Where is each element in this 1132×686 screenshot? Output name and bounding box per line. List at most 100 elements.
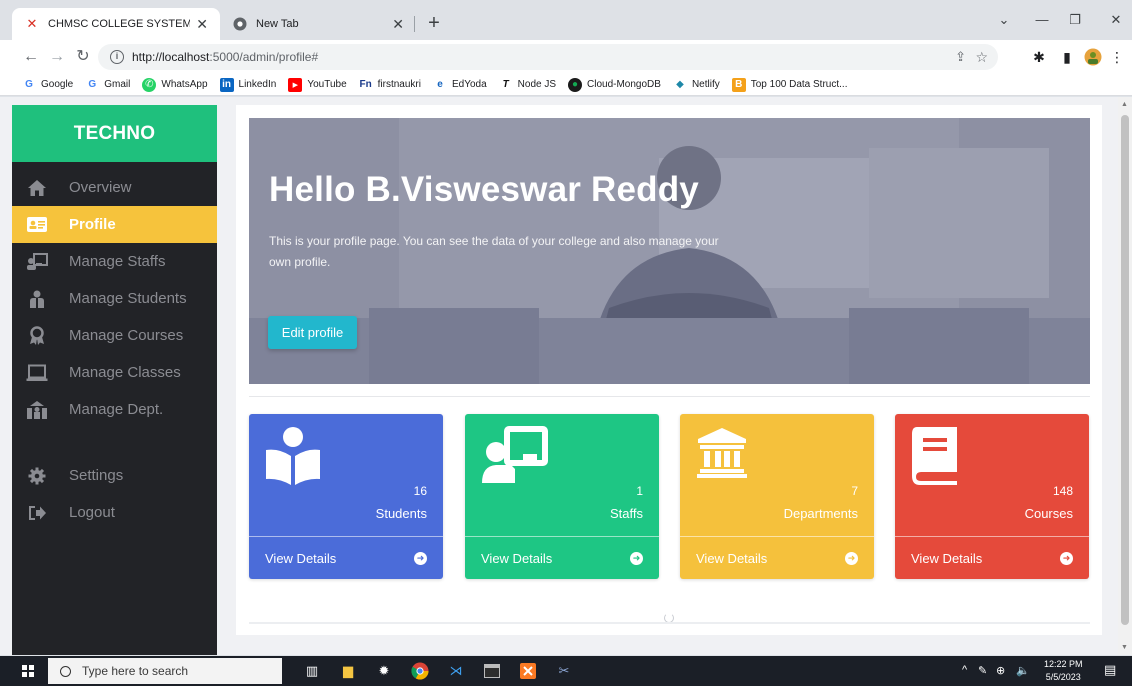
view-details-label: View Details — [911, 550, 983, 566]
bookmark-label: Gmail — [104, 79, 131, 90]
sidebar-item-overview[interactable]: Overview — [12, 169, 217, 206]
students-view-details-link[interactable]: View Details ➜ — [249, 536, 443, 579]
bookmark-youtube[interactable]: ▶ YouTube — [288, 77, 347, 92]
view-details-label: View Details — [696, 550, 768, 566]
bookmark-star-icon[interactable]: ☆ — [975, 49, 988, 66]
bookmarks-bar: G Google G Gmail ✆ WhatsApp in LinkedIn ▶ You… — [0, 74, 1132, 96]
terminal-icon[interactable] — [482, 661, 502, 681]
sidebar-item-logout[interactable]: Logout — [12, 494, 217, 531]
bookmark-linkedin[interactable]: in LinkedIn — [219, 77, 277, 92]
arrow-circle-right-icon: ➜ — [630, 551, 643, 565]
bookmark-edyoda[interactable]: e EdYoda — [433, 78, 486, 92]
staffs-view-details-link[interactable]: View Details ➜ — [465, 536, 659, 579]
tab-new-tab[interactable]: New Tab ✕ — [220, 8, 416, 40]
vscode-icon[interactable]: ⋊ — [446, 661, 466, 681]
show-hidden-icons-chevron-icon[interactable]: ^ — [962, 664, 967, 676]
snipping-tool-icon[interactable]: ✂ — [554, 661, 574, 681]
share-icon[interactable]: ⇪ — [955, 49, 966, 65]
reload-icon[interactable]: ↻ — [72, 46, 94, 68]
sidebar-item-manage-staffs[interactable]: Manage Staffs — [12, 243, 217, 280]
content-footer-line — [249, 622, 1090, 624]
sidebar-item-settings[interactable]: Settings — [12, 457, 217, 494]
sidebar-item-label: Manage Staffs — [69, 253, 166, 270]
staffs-count: 1 — [636, 484, 643, 498]
arrow-circle-right-icon: ➜ — [845, 551, 858, 565]
sidebar-item-profile[interactable]: Profile — [12, 206, 217, 243]
students-count: 16 — [413, 484, 427, 498]
bookmark-label: LinkedIn — [238, 79, 277, 90]
side-panel-icon[interactable]: ▮ — [1058, 48, 1076, 66]
sidebar-item-manage-courses[interactable]: Manage Courses — [12, 317, 217, 354]
tab-title: New Tab — [256, 18, 299, 30]
forward-arrow-icon[interactable]: → — [46, 46, 68, 68]
back-arrow-icon[interactable]: ← — [20, 46, 42, 68]
nodejs-icon: T — [502, 79, 509, 90]
site-info-icon[interactable]: i — [110, 50, 124, 64]
chrome-icon[interactable] — [410, 661, 430, 681]
scrollbar-thumb[interactable] — [1121, 115, 1129, 625]
courses-view-details-link[interactable]: View Details ➜ — [895, 536, 1089, 579]
sidebar-item-manage-students[interactable]: Manage Students — [12, 280, 217, 317]
sidebar: TECHNO Overview Profile Manage Staffs Ma… — [12, 105, 217, 655]
departments-label: Departments — [783, 506, 858, 521]
bookmark-nodejs[interactable]: T Node JS — [499, 78, 556, 92]
address-bar[interactable]: i http://localhost:5000/admin/profile# ⇪… — [98, 44, 998, 70]
bookmark-whatsapp[interactable]: ✆ WhatsApp — [142, 77, 208, 92]
youtube-icon: ▶ — [288, 77, 303, 92]
close-window-button[interactable]: ✕ — [1094, 0, 1132, 40]
sidebar-item-manage-classes[interactable]: Manage Classes — [12, 354, 217, 391]
bookmark-gmail[interactable]: G Gmail — [85, 78, 130, 92]
notifications-icon[interactable]: ▤ — [1104, 662, 1116, 678]
bookmark-top100[interactable]: B Top 100 Data Struct... — [731, 77, 848, 92]
extensions-puzzle-icon[interactable]: ✱ — [1030, 48, 1048, 66]
chmsc-favicon-icon: ✕ — [26, 16, 38, 31]
students-stat-card: 16 Students View Details ➜ — [249, 414, 443, 579]
taskbar-clock[interactable]: 12:22 PM 5/5/2023 — [1044, 658, 1083, 684]
page-scrollbar[interactable]: ▲ ▼ — [1118, 97, 1132, 655]
departments-view-details-link[interactable]: View Details ➜ — [680, 536, 874, 579]
main-content: Hello B.Visweswar Reddy This is your pro… — [236, 105, 1102, 635]
staffs-label: Staffs — [609, 506, 643, 521]
bookmark-mongodb[interactable]: ● Cloud-MongoDB — [568, 77, 661, 92]
bookmark-label: Top 100 Data Struct... — [750, 79, 848, 90]
bookmark-label: YouTube — [307, 79, 347, 90]
bookmark-label: Node JS — [517, 79, 557, 90]
users-building-icon — [26, 400, 48, 420]
volume-icon[interactable]: 🔈 — [1016, 664, 1030, 677]
sidebar-item-manage-dept[interactable]: Manage Dept. — [12, 391, 217, 428]
windows-start-icon[interactable] — [22, 665, 34, 677]
bookmark-label: Netlify — [691, 79, 720, 90]
courses-label: Courses — [1024, 506, 1073, 521]
staffs-stat-card: 1 Staffs View Details ➜ — [465, 414, 659, 579]
profile-description: This is your profile page. You can see t… — [269, 234, 719, 269]
restore-button[interactable]: ❐ — [1053, 0, 1097, 40]
task-view-icon[interactable]: ▥ — [302, 661, 322, 681]
tab-chmsc-college-system[interactable]: ✕ CHMSC COLLEGE SYSTEM ✕ — [12, 8, 220, 40]
network-globe-icon[interactable]: ⊕ — [996, 664, 1005, 677]
profile-avatar-icon[interactable] — [1084, 48, 1102, 66]
keyboard-language-icon[interactable]: ✎ — [978, 664, 987, 677]
taskbar-search-box[interactable]: Type here to search — [48, 658, 282, 684]
bookmark-netlify[interactable]: ◆ Netlify — [673, 78, 720, 92]
edit-profile-button[interactable]: Edit profile — [268, 316, 357, 349]
bookmark-google[interactable]: G Google — [22, 78, 73, 92]
scroll-up-arrow-icon[interactable]: ▲ — [1121, 101, 1128, 108]
chalkboard-teacher-icon — [26, 252, 48, 272]
browser-tab-bar: ✕ CHMSC COLLEGE SYSTEM ✕ New Tab ✕ + ⌄ —… — [0, 0, 1132, 40]
settings-gear-icon[interactable]: ✹ — [374, 661, 394, 681]
bookmark-firstnaukri[interactable]: Fn firstnaukri — [359, 78, 421, 92]
xampp-icon[interactable] — [518, 661, 538, 681]
close-tab-icon[interactable]: ✕ — [196, 16, 208, 33]
browser-menu-icon[interactable]: ⋮ — [1108, 48, 1126, 66]
gear-icon — [26, 466, 48, 486]
taskbar-search-placeholder: Type here to search — [82, 664, 189, 678]
firstnaukri-icon: Fn — [359, 79, 372, 90]
sidebar-item-label: Logout — [69, 504, 115, 521]
close-tab-icon[interactable]: ✕ — [392, 16, 404, 33]
file-explorer-icon[interactable]: ▆ — [338, 661, 358, 681]
page-viewport: TECHNO Overview Profile Manage Staffs Ma… — [0, 97, 1132, 655]
bookmark-label: firstnaukri — [377, 79, 421, 90]
brand-logo[interactable]: TECHNO — [12, 105, 217, 162]
new-tab-button[interactable]: + — [422, 12, 446, 36]
scroll-down-arrow-icon[interactable]: ▼ — [1121, 644, 1128, 651]
